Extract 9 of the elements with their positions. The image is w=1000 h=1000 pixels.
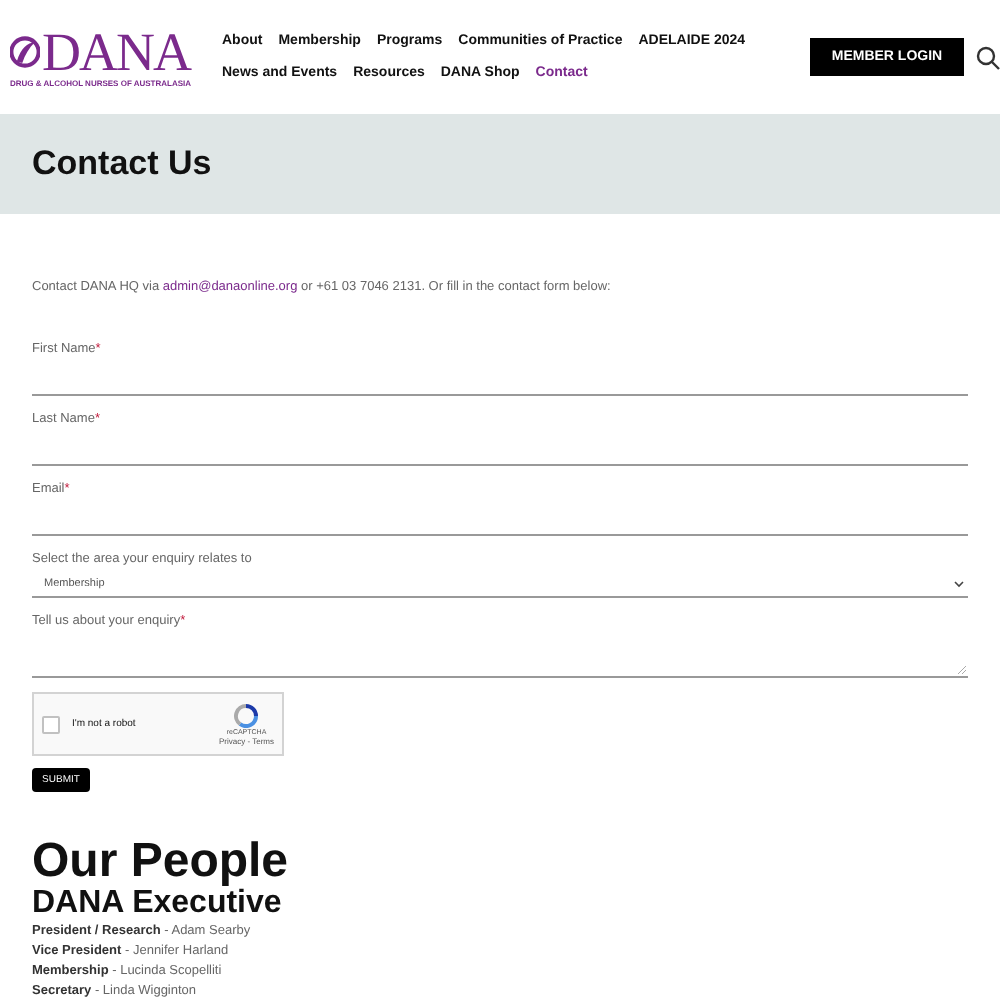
chevron-icon bbox=[954, 579, 964, 587]
section-heading: Our People bbox=[32, 836, 291, 886]
search-icon[interactable] bbox=[976, 45, 1000, 69]
logo-text: DANA bbox=[42, 27, 190, 75]
resize-grip-icon[interactable] bbox=[958, 666, 966, 674]
recaptcha-icon bbox=[234, 703, 259, 727]
page-title: Contact Us bbox=[32, 144, 212, 184]
checkbox[interactable] bbox=[42, 715, 60, 733]
section-subheading: DANA Executive bbox=[32, 886, 284, 920]
